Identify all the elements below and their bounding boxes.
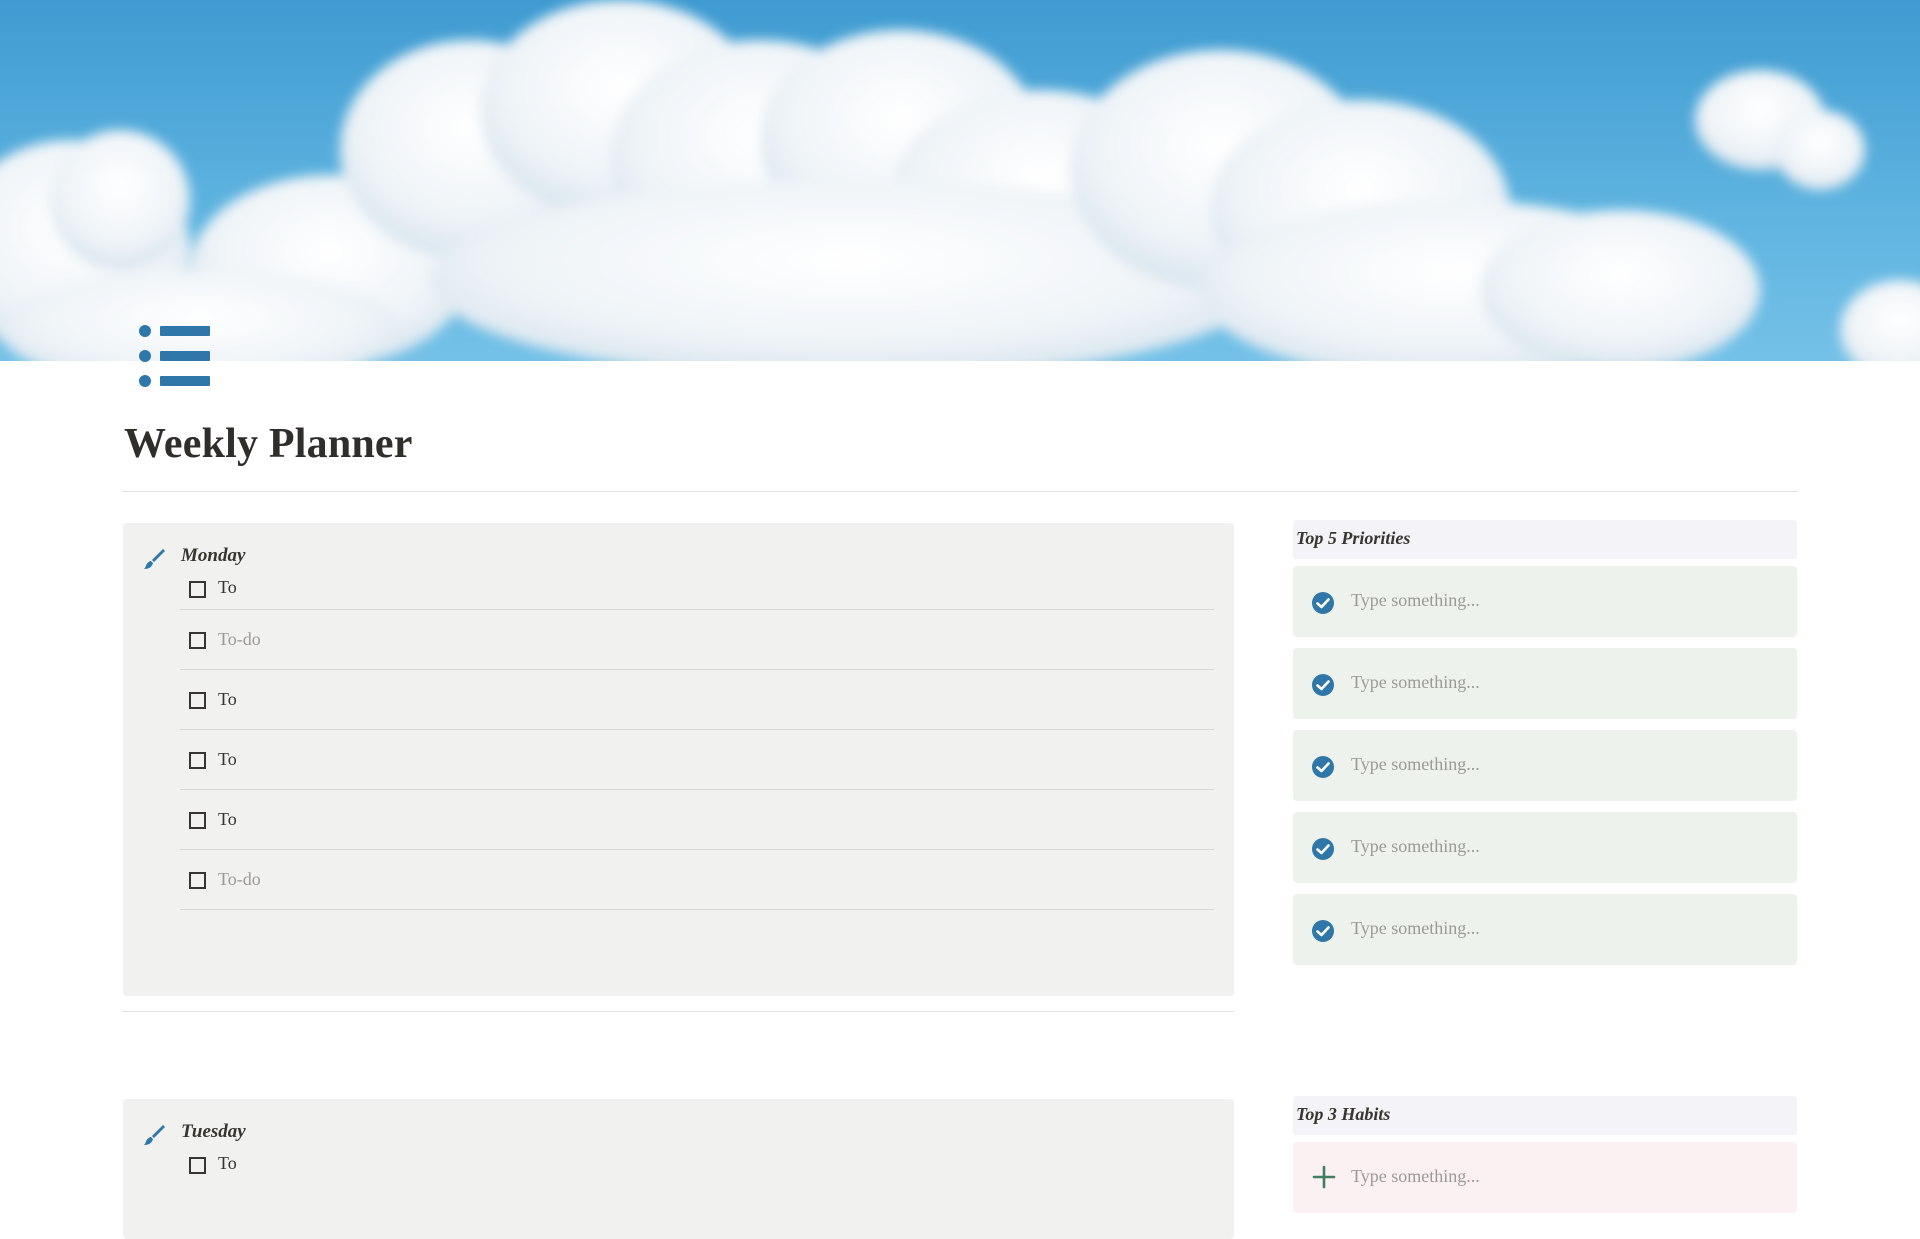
todo-checkbox[interactable] bbox=[189, 812, 206, 829]
todo-item[interactable]: To bbox=[180, 790, 1214, 850]
todo-label[interactable]: To bbox=[218, 577, 237, 598]
todo-label[interactable]: To bbox=[218, 809, 237, 830]
todo-label[interactable]: To bbox=[218, 749, 237, 770]
cloud-cover-image bbox=[0, 0, 1920, 361]
todo-item[interactable]: To bbox=[180, 730, 1214, 790]
check-circle-icon bbox=[1312, 756, 1334, 778]
todo-list: To To-do To To To To-do bbox=[180, 571, 1214, 910]
todo-label[interactable]: To bbox=[218, 1153, 237, 1174]
section-divider bbox=[122, 1011, 1234, 1012]
priority-item[interactable]: Type something... bbox=[1293, 730, 1797, 801]
priority-input[interactable]: Type something... bbox=[1351, 590, 1480, 611]
brush-icon bbox=[144, 549, 165, 569]
todo-item[interactable]: To-do bbox=[180, 850, 1214, 910]
todo-label[interactable]: To-do bbox=[218, 869, 261, 890]
todo-checkbox[interactable] bbox=[189, 581, 206, 598]
habits-header: Top 3 Habits bbox=[1293, 1096, 1797, 1135]
todo-label[interactable]: To-do bbox=[218, 629, 261, 650]
brush-icon bbox=[144, 1125, 165, 1145]
todo-item[interactable]: To-do bbox=[180, 610, 1214, 670]
bulleted-list-icon[interactable] bbox=[136, 322, 216, 390]
priority-item[interactable]: Type something... bbox=[1293, 648, 1797, 719]
priority-input[interactable]: Type something... bbox=[1351, 754, 1480, 775]
todo-item[interactable]: To bbox=[180, 1147, 1214, 1185]
title-divider bbox=[122, 491, 1798, 492]
todo-checkbox[interactable] bbox=[189, 872, 206, 889]
todo-checkbox[interactable] bbox=[189, 1157, 206, 1174]
plus-icon bbox=[1312, 1165, 1336, 1189]
day-title: Tuesday bbox=[181, 1121, 246, 1142]
check-circle-icon bbox=[1312, 674, 1334, 696]
todo-list: To bbox=[180, 1147, 1214, 1185]
todo-item[interactable]: To bbox=[180, 670, 1214, 730]
priority-input[interactable]: Type something... bbox=[1351, 836, 1480, 857]
check-circle-icon bbox=[1312, 920, 1334, 942]
priorities-title: Top 5 Priorities bbox=[1296, 528, 1411, 548]
priority-item[interactable]: Type something... bbox=[1293, 566, 1797, 637]
todo-label[interactable]: To bbox=[218, 689, 237, 710]
page-cover[interactable] bbox=[0, 0, 1920, 361]
day-title: Monday bbox=[181, 545, 246, 566]
priority-item[interactable]: Type something... bbox=[1293, 894, 1797, 965]
priority-item[interactable]: Type something... bbox=[1293, 812, 1797, 883]
habit-input[interactable]: Type something... bbox=[1351, 1166, 1480, 1187]
day-callout-monday[interactable]: Monday To To-do To To To To-do bbox=[123, 523, 1234, 996]
priority-input[interactable]: Type something... bbox=[1351, 672, 1480, 693]
todo-item[interactable]: To bbox=[180, 571, 1214, 610]
todo-checkbox[interactable] bbox=[189, 692, 206, 709]
day-callout-tuesday[interactable]: Tuesday To bbox=[123, 1099, 1234, 1239]
habit-item[interactable]: Type something... bbox=[1293, 1142, 1797, 1213]
priority-input[interactable]: Type something... bbox=[1351, 918, 1480, 939]
priorities-header: Top 5 Priorities bbox=[1293, 520, 1797, 559]
habits-title: Top 3 Habits bbox=[1296, 1104, 1391, 1124]
todo-checkbox[interactable] bbox=[189, 632, 206, 649]
todo-checkbox[interactable] bbox=[189, 752, 206, 769]
check-circle-icon bbox=[1312, 592, 1334, 614]
check-circle-icon bbox=[1312, 838, 1334, 860]
page-title[interactable]: Weekly Planner bbox=[124, 420, 413, 468]
